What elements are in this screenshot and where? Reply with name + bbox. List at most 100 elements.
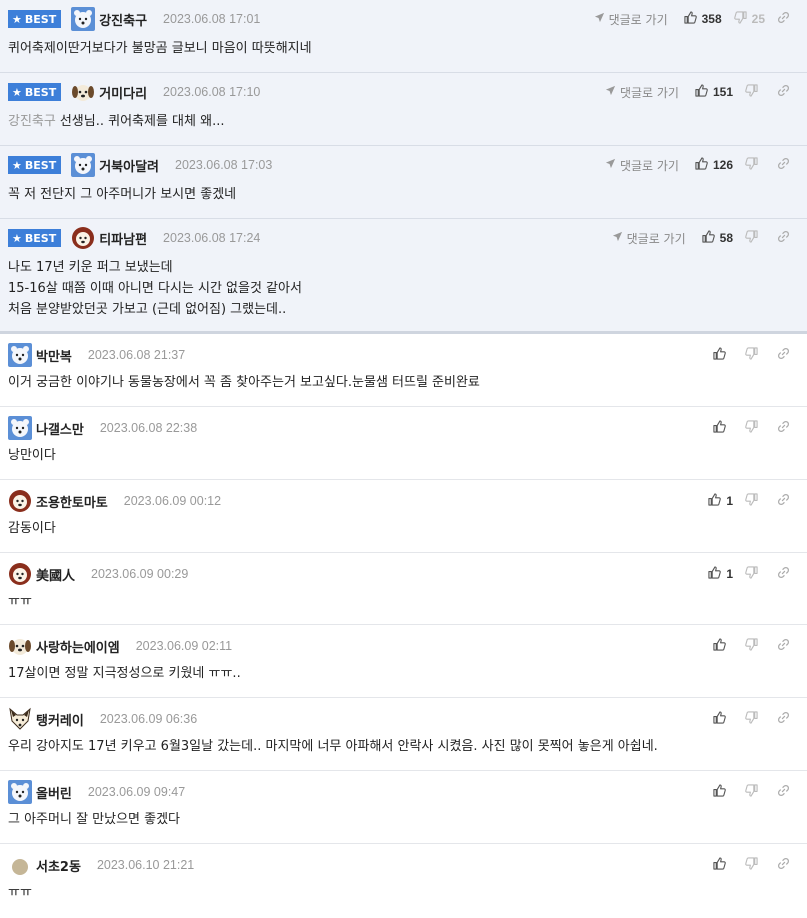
polar-bear-icon[interactable]: [8, 343, 32, 367]
comment-body: 낭만이다: [8, 445, 797, 466]
downvote-button[interactable]: [745, 157, 765, 173]
puppy-icon[interactable]: [71, 80, 95, 104]
comment: 서초2동 2023.06.10 21:21 ㅠㅠ: [0, 844, 807, 918]
comment-line: 나도 17년 키운 퍼그 보냈는데: [8, 257, 797, 278]
comment-date: 2023.06.08 17:03: [175, 158, 273, 172]
goto-comment-link[interactable]: 댓글로 가기: [605, 84, 679, 101]
comment-actions: 1: [702, 491, 797, 511]
link-icon: [777, 784, 790, 800]
downvote-button[interactable]: [745, 420, 765, 436]
share-link-button[interactable]: [777, 420, 797, 436]
fox-icon[interactable]: [8, 707, 32, 731]
comment-header: 서초2동 2023.06.10 21:21: [8, 855, 797, 875]
comment-text: ㅠㅠ: [8, 885, 32, 900]
lion-icon[interactable]: [8, 562, 32, 586]
upvote-button[interactable]: [713, 420, 733, 436]
comment-text: 우리 강아지도 17년 키우고 6월3일날 갔는데.. 마지막에 너무 아파해서…: [8, 739, 658, 754]
comment-body: 이거 궁금한 이야기나 동물농장에서 꼭 좀 찾아주는거 보고싶다.눈물샘 터뜨…: [8, 372, 797, 393]
upvote-button[interactable]: [713, 857, 733, 873]
share-link-button[interactable]: [777, 857, 797, 873]
downvote-button[interactable]: 25: [733, 11, 765, 27]
comment-text: ㅠㅠ: [8, 594, 32, 609]
nickname[interactable]: 거미다리: [99, 83, 147, 102]
comment-line: 낭만이다: [8, 445, 797, 466]
downvote-button[interactable]: [745, 857, 765, 873]
downvote-button[interactable]: [745, 347, 765, 363]
upvote-button[interactable]: [713, 347, 733, 363]
upvote-button[interactable]: 358: [683, 11, 722, 27]
share-link-button[interactable]: [777, 84, 797, 100]
upvote-button[interactable]: 151: [695, 84, 733, 100]
arrow-icon: [594, 12, 609, 26]
upvote-button[interactable]: 126: [695, 157, 733, 173]
share-link-button[interactable]: [777, 347, 797, 363]
polar-bear-icon[interactable]: [8, 780, 32, 804]
comment: 나갤스만 2023.06.08 22:38 낭만이다: [0, 407, 807, 480]
nickname[interactable]: 서초2동: [36, 856, 81, 875]
polar-bear-icon[interactable]: [71, 153, 96, 177]
comment-line: 우리 강아지도 17년 키우고 6월3일날 갔는데.. 마지막에 너무 아파해서…: [8, 736, 797, 757]
downvote-button[interactable]: [745, 784, 765, 800]
upvote-button[interactable]: 1: [708, 566, 733, 582]
star-icon: ★: [12, 231, 22, 245]
share-link-button[interactable]: [777, 566, 797, 582]
nickname[interactable]: 올버린: [36, 783, 72, 802]
comment-date: 2023.06.09 02:11: [135, 639, 233, 653]
upvote-button[interactable]: 58: [702, 230, 733, 246]
comment-list: ★ BEST 강진축구 2023.06.08 17:01 댓글로 가기 358 25 퀴어축제…: [0, 0, 807, 918]
nickname[interactable]: 美國人: [36, 565, 75, 584]
share-link-button[interactable]: [777, 784, 797, 800]
downvote-button[interactable]: [745, 230, 765, 246]
share-link-button[interactable]: [777, 493, 797, 509]
nickname[interactable]: 박만복: [36, 346, 72, 365]
goto-comment-link[interactable]: 댓글로 가기: [594, 11, 668, 28]
comment-body: 우리 강아지도 17년 키우고 6월3일날 갔는데.. 마지막에 너무 아파해서…: [8, 736, 797, 757]
comment-text: 이거 궁금한 이야기나 동물농장에서 꼭 좀 찾아주는거 보고싶다.눈물샘 터뜨…: [8, 375, 480, 390]
best-label: BEST: [24, 12, 57, 26]
upvote-button[interactable]: 1: [708, 493, 733, 509]
circle-avatar-icon[interactable]: [8, 853, 32, 877]
puppy-icon[interactable]: [8, 634, 32, 658]
nickname[interactable]: 사랑하는에이엠: [36, 637, 120, 656]
best-comment: ★ BEST 티파남편 2023.06.08 17:24 댓글로 가기 58 나도 17년 …: [0, 219, 807, 334]
downvote-button[interactable]: [745, 711, 765, 727]
goto-comment-link[interactable]: 댓글로 가기: [605, 157, 679, 174]
comment-date: 2023.06.08 17:24: [163, 231, 261, 245]
comment-line: 15-16살 때쯤 이때 아니면 다시는 시간 없을것 같아서: [8, 278, 797, 299]
polar-bear-icon[interactable]: [71, 7, 96, 31]
thumbs-up-icon: [713, 857, 726, 873]
nickname[interactable]: 거북아달려: [99, 156, 159, 175]
comment-date: 2023.06.09 00:29: [91, 567, 189, 581]
nickname[interactable]: 강진축구: [99, 10, 147, 29]
share-link-button[interactable]: [777, 11, 797, 27]
link-icon: [777, 347, 790, 363]
goto-comment-link[interactable]: 댓글로 가기: [612, 230, 686, 247]
polar-bear-icon[interactable]: [8, 416, 32, 440]
thumbs-down-icon: [745, 420, 758, 436]
upvote-button[interactable]: [713, 784, 733, 800]
upvote-count: 1: [726, 494, 733, 508]
nickname[interactable]: 탱커레이: [36, 710, 84, 729]
lion-icon[interactable]: [71, 226, 95, 250]
downvote-button[interactable]: [745, 84, 765, 100]
share-link-button[interactable]: [777, 638, 797, 654]
thumbs-up-icon: [713, 784, 726, 800]
downvote-button[interactable]: [745, 566, 765, 582]
comment-line: 강진축구 선생님.. 퀴어축제를 대체 왜...: [8, 111, 797, 132]
upvote-button[interactable]: [713, 711, 733, 727]
lion-icon[interactable]: [8, 489, 32, 513]
upvote-count: 58: [719, 231, 733, 245]
mention-link[interactable]: 강진축구: [8, 114, 56, 129]
share-link-button[interactable]: [777, 230, 797, 246]
thumbs-down-icon: [745, 84, 758, 100]
nickname[interactable]: 조용한토마토: [36, 492, 108, 511]
nickname[interactable]: 티파남편: [99, 229, 147, 248]
comment-date: 2023.06.08 21:37: [87, 348, 186, 362]
share-link-button[interactable]: [777, 157, 797, 173]
upvote-button[interactable]: [713, 638, 733, 654]
share-link-button[interactable]: [777, 711, 797, 727]
downvote-button[interactable]: [745, 493, 765, 509]
comment-header: ★ BEST 거북아달려 2023.06.08 17:03 댓글로 가기 126: [8, 153, 797, 177]
nickname[interactable]: 나갤스만: [36, 419, 84, 438]
downvote-button[interactable]: [745, 638, 765, 654]
